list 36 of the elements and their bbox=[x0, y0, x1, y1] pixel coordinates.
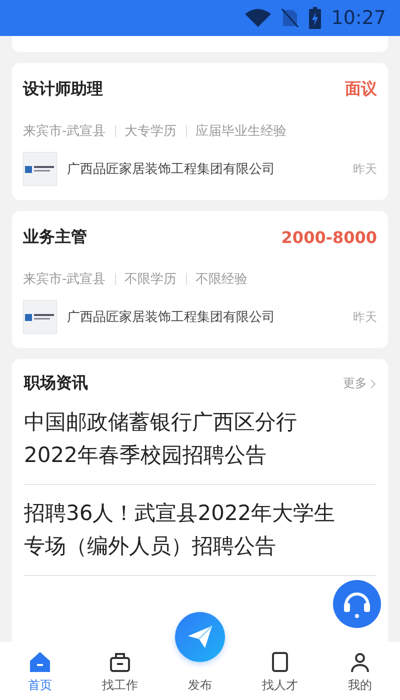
post-date: 昨天 bbox=[353, 308, 377, 326]
tab-item[interactable]: 找工作 bbox=[102, 651, 138, 700]
job-tag: 来宾市-武宣县 bbox=[23, 122, 106, 140]
job-tag: 不限学历 bbox=[124, 270, 177, 288]
tab-item[interactable]: 找人才 bbox=[262, 651, 298, 700]
company-logo-icon bbox=[23, 152, 57, 186]
job-salary: 面议 bbox=[345, 79, 377, 100]
job-title: 业务主管 bbox=[23, 227, 87, 248]
clock-time: 10:27 bbox=[331, 7, 386, 29]
wifi-icon bbox=[245, 9, 272, 27]
job-salary: 2000-8000 bbox=[281, 228, 377, 247]
job-tag: 不限经验 bbox=[196, 270, 248, 288]
tab-item[interactable]: 我的 bbox=[348, 651, 372, 700]
news-headline[interactable]: 中国邮政储蓄银行广西区分行2022年春季校园招聘公告 bbox=[24, 394, 376, 485]
section-title: 职场资讯 bbox=[24, 373, 88, 394]
job-card[interactable]: 业务主管 2000-8000 来宾市-武宣县 不限学历 不限经验 广西品匠家居装饰工程集团有限公司 昨天 bbox=[12, 211, 388, 348]
company-name: 广西品匠家居装饰工程集团有限公司 bbox=[67, 161, 276, 178]
tab-item[interactable]: 首页 bbox=[28, 651, 52, 700]
job-tag: 来宾市-武宣县 bbox=[23, 270, 106, 288]
job-card[interactable]: 设计师助理 面议 来宾市-武宣县 大专学历 应届毕业生经验 广西品匠家居装饰工程集团有限公司 昨天 bbox=[12, 63, 388, 200]
home-icon bbox=[29, 651, 51, 673]
company-name: 广西品匠家居装饰工程集团有限公司 bbox=[67, 309, 276, 326]
job-tag: 大专学历 bbox=[124, 122, 177, 140]
job-title: 设计师助理 bbox=[23, 79, 103, 100]
post-date: 昨天 bbox=[353, 160, 377, 178]
news-headline[interactable]: 招聘36人！武宣县2022年大学生专场（编外人员）招聘公告 bbox=[24, 485, 376, 576]
chevron-right-icon bbox=[370, 378, 376, 388]
tab-item[interactable]: 发布 bbox=[188, 677, 212, 700]
battery-charging-icon bbox=[309, 7, 322, 29]
no-sim-icon bbox=[281, 8, 300, 28]
job-tag: 应届毕业生经验 bbox=[196, 122, 287, 140]
person-icon bbox=[349, 651, 371, 673]
briefcase-icon bbox=[109, 651, 131, 673]
company-logo-icon bbox=[23, 300, 57, 334]
paper-plane-icon bbox=[187, 624, 213, 650]
document-icon bbox=[269, 651, 291, 673]
